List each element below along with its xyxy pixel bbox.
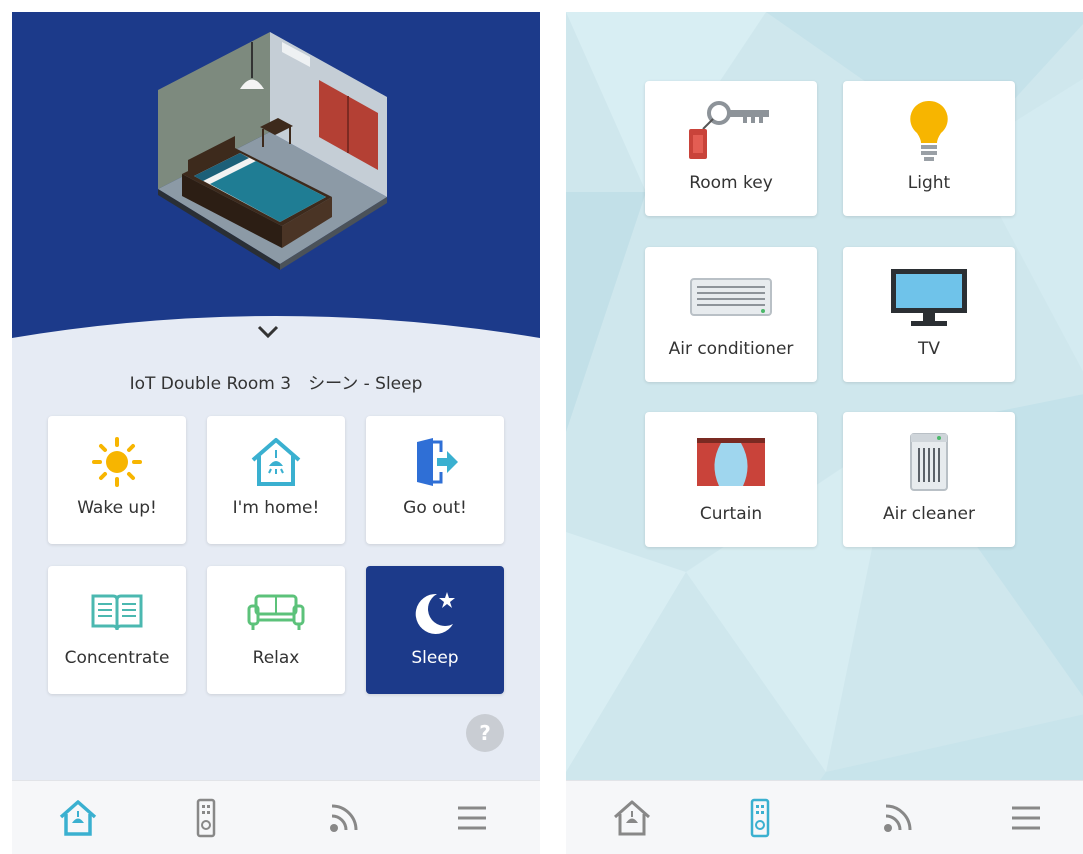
device-card-light[interactable]: Light [843, 81, 1015, 216]
scene-label: Wake up! [77, 498, 157, 518]
scene-card-go-out[interactable]: Go out! [366, 416, 504, 544]
device-label: Air conditioner [668, 339, 794, 359]
bottom-nav [12, 780, 540, 854]
home-screen: IoT Double Room 3 シーン - Sleep Wake up! I… [12, 12, 540, 854]
bottom-nav [566, 780, 1083, 854]
door-exit-icon [366, 432, 504, 492]
help-button[interactable]: ? [466, 714, 504, 752]
scene-card-wake-up[interactable]: Wake up! [48, 416, 186, 544]
device-label: TV [917, 339, 940, 359]
device-label: Light [907, 173, 951, 193]
device-label: Curtain [699, 504, 763, 524]
home-nav-icon[interactable] [48, 795, 108, 841]
device-card-air-conditioner[interactable]: Air conditioner [645, 247, 817, 382]
device-card-curtain[interactable]: Curtain [645, 412, 817, 547]
device-card-air-cleaner[interactable]: Air cleaner [843, 412, 1015, 547]
wireless-nav-icon[interactable] [868, 795, 928, 841]
curtain-icon [645, 426, 817, 498]
sun-icon [48, 432, 186, 492]
device-card-tv[interactable]: TV [843, 247, 1015, 382]
air-cleaner-icon [843, 426, 1015, 498]
light-bulb-icon [843, 95, 1015, 167]
remote-nav-icon[interactable] [730, 795, 790, 841]
wireless-nav-icon[interactable] [314, 795, 374, 841]
device-label: Room key [689, 173, 773, 193]
home-nav-icon[interactable] [602, 795, 662, 841]
book-icon [48, 582, 186, 642]
menu-nav-icon[interactable] [442, 795, 502, 841]
scene-label: Relax [252, 648, 300, 668]
sofa-icon [207, 582, 345, 642]
home-light-icon [207, 432, 345, 492]
air-conditioner-icon [645, 261, 817, 333]
room-illustration [12, 12, 540, 338]
expand-chevron-icon[interactable] [252, 318, 284, 346]
scene-label: I'm home! [232, 498, 320, 518]
moon-star-icon [366, 582, 504, 642]
scene-label: Go out! [403, 498, 467, 518]
scene-card-sleep[interactable]: Sleep [366, 566, 504, 694]
device-card-room-key[interactable]: Room key [645, 81, 817, 216]
scene-label: Sleep [411, 648, 459, 668]
scene-card-concentrate[interactable]: Concentrate [48, 566, 186, 694]
room-key-icon [645, 95, 817, 167]
menu-nav-icon[interactable] [996, 795, 1056, 841]
remote-screen: Room key Light Air conditioner TV Curtai… [566, 12, 1083, 854]
scene-label: Concentrate [64, 648, 170, 668]
scene-card-relax[interactable]: Relax [207, 566, 345, 694]
device-label: Air cleaner [883, 504, 975, 524]
remote-nav-icon[interactable] [176, 795, 236, 841]
room-scene-title: IoT Double Room 3 シーン - Sleep [129, 374, 423, 394]
tv-icon [843, 261, 1015, 333]
scene-card-im-home[interactable]: I'm home! [207, 416, 345, 544]
